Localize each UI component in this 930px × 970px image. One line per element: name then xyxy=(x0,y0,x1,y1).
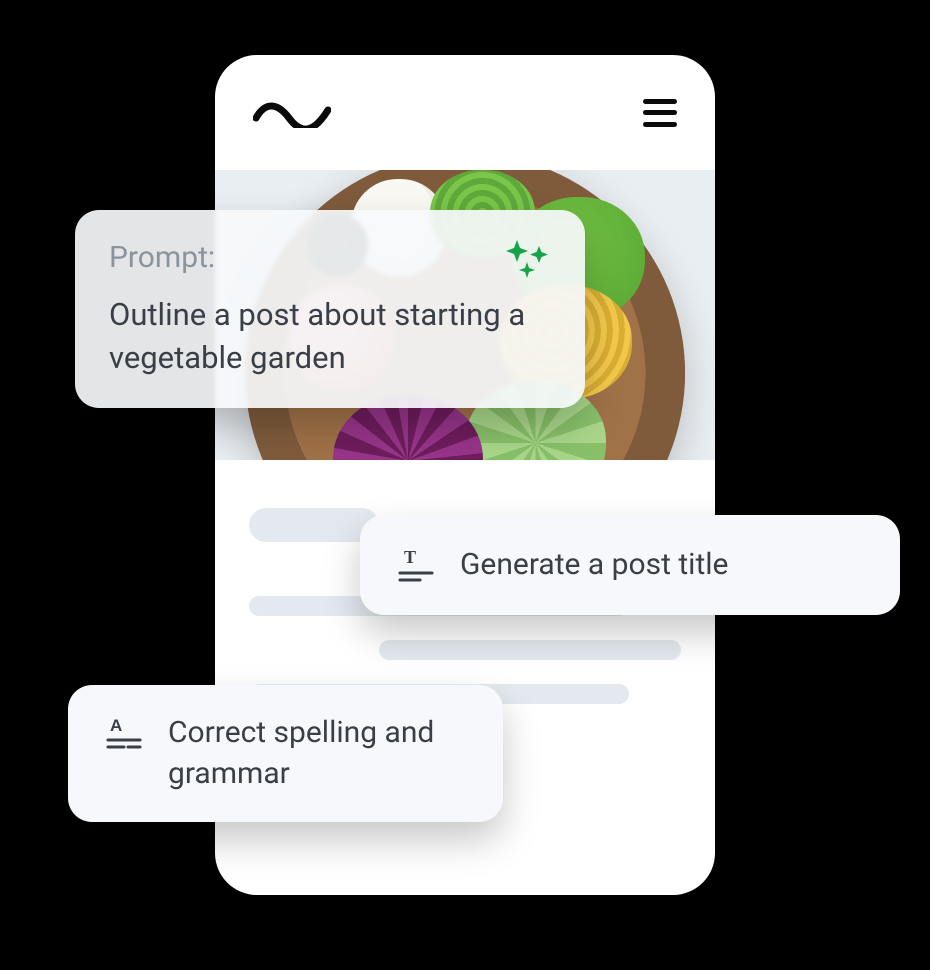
spellcheck-icon: A xyxy=(102,713,146,757)
spellcheck-suggestion[interactable]: A Correct spelling and grammar xyxy=(68,685,503,822)
wave-logo xyxy=(253,98,331,128)
title-icon: T xyxy=(394,543,438,587)
generate-title-suggestion[interactable]: T Generate a post title xyxy=(360,515,900,615)
svg-text:A: A xyxy=(110,716,122,735)
app-header xyxy=(215,55,715,170)
prompt-label: Prompt: xyxy=(109,238,215,279)
text-placeholder xyxy=(379,640,681,660)
prompt-card[interactable]: Prompt: Outline a post about starting a … xyxy=(75,210,585,408)
prompt-text: Outline a post about starting a vegetabl… xyxy=(109,294,551,380)
suggestion-label: Generate a post title xyxy=(460,545,728,586)
sparkle-icon xyxy=(503,238,551,280)
suggestion-label: Correct spelling and grammar xyxy=(168,713,469,794)
hamburger-icon[interactable] xyxy=(643,99,677,127)
svg-text:T: T xyxy=(404,547,416,567)
canvas: Prompt: Outline a post about starting a … xyxy=(0,0,930,970)
